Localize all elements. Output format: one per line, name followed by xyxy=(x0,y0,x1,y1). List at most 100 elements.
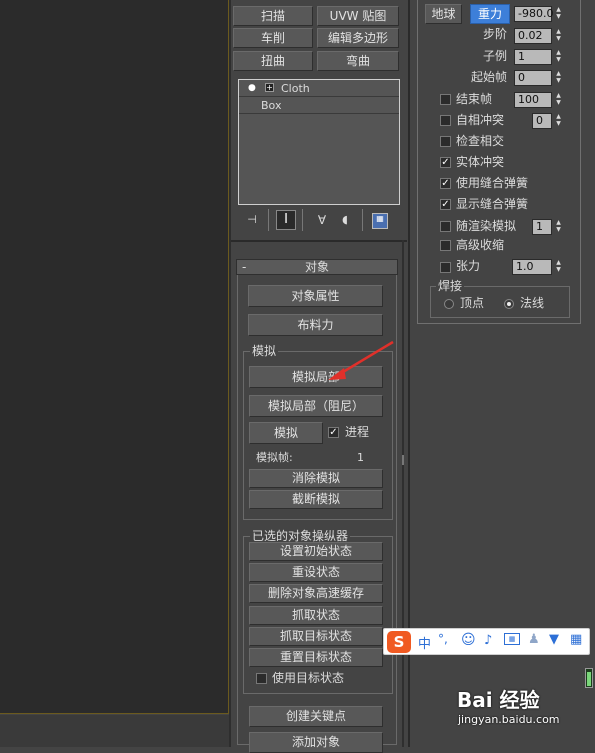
tension-spinner[interactable]: ▲ ▼ xyxy=(554,259,563,275)
use-target-state-checkbox[interactable] xyxy=(256,673,267,684)
end-frame-spinner[interactable]: ▲ ▼ xyxy=(554,92,563,108)
stack-item-box[interactable]: Box xyxy=(239,97,399,114)
panel-scroll-grip[interactable] xyxy=(402,455,404,465)
show-sewing-springs-label: 显示缝合弹簧 xyxy=(456,197,529,211)
reset-state-button[interactable]: 重设状态 xyxy=(249,563,383,582)
sim-on-render-checkbox[interactable] xyxy=(440,221,451,232)
microphone-icon[interactable]: ♪ xyxy=(484,633,492,648)
gravity-button[interactable]: 重力 xyxy=(470,4,510,24)
earth-button[interactable]: 地球 xyxy=(425,4,462,24)
show-sewing-springs-checkbox[interactable]: ✓ xyxy=(440,199,451,210)
panel-separator xyxy=(231,240,407,242)
progress-checkbox[interactable]: ✓ xyxy=(328,427,339,438)
set-initial-state-button[interactable]: 设置初始状态 xyxy=(249,542,383,561)
start-frame-label: 起始帧 xyxy=(471,70,508,84)
advanced-pinch-checkbox[interactable] xyxy=(440,240,451,251)
modifier-button-bend[interactable]: 弯曲 xyxy=(317,51,399,71)
sim-on-render-label: 随渲染模拟 xyxy=(456,219,517,233)
skin-icon[interactable]: ▼ xyxy=(549,632,559,647)
use-target-state-label: 使用目标状态 xyxy=(272,671,345,685)
delete-object-cache-button[interactable]: 删除对象高速缓存 xyxy=(249,584,383,603)
ime-chinese-mode[interactable]: 中 xyxy=(418,633,431,652)
subsample-value-field[interactable]: 1 xyxy=(514,49,552,65)
stack-item-label: Box xyxy=(261,99,282,112)
object-rollout-header[interactable]: - 对象 xyxy=(236,259,398,275)
start-frame-spinner[interactable]: ▲ ▼ xyxy=(554,70,563,86)
remove-modifier-icon[interactable]: ◖ xyxy=(338,213,352,229)
viewport[interactable] xyxy=(0,0,229,714)
toolbar-divider xyxy=(362,209,363,231)
tension-label: 张力 xyxy=(456,259,481,273)
toolbox-icon[interactable]: ▦ xyxy=(570,632,582,647)
tension-value-field[interactable]: 1.0 xyxy=(512,259,552,275)
self-collide-checkbox[interactable] xyxy=(440,115,451,126)
weld-vertex-radio[interactable] xyxy=(444,299,454,309)
self-collide-value-field[interactable]: 0 xyxy=(532,113,552,129)
simulate-local-damped-button[interactable]: 模拟局部（阻尼） xyxy=(249,395,383,417)
pin-stack-icon[interactable]: ⊣ xyxy=(244,213,260,229)
use-sewing-springs-checkbox[interactable]: ✓ xyxy=(440,178,451,189)
add-objects-button[interactable]: 添加对象 xyxy=(249,732,383,753)
modifier-stack[interactable]: ● + Cloth Box xyxy=(238,79,400,205)
show-end-result-icon[interactable]: I xyxy=(276,210,296,230)
selected-manipulators-title: 已选的对象操纵器 xyxy=(250,529,351,543)
sim-frame-value: 1 xyxy=(357,451,364,464)
object-properties-button[interactable]: 对象属性 xyxy=(248,285,383,307)
sogou-logo-icon[interactable]: S xyxy=(387,631,411,653)
end-frame-checkbox[interactable] xyxy=(440,94,451,105)
rollout-title: 对象 xyxy=(305,260,330,274)
subsample-label: 子例 xyxy=(483,49,508,63)
bulb-icon[interactable]: ● xyxy=(248,83,256,93)
truncate-simulation-button[interactable]: 截断模拟 xyxy=(249,490,383,509)
erase-simulation-button[interactable]: 消除模拟 xyxy=(249,469,383,488)
step-value-field[interactable]: 0.02 xyxy=(514,28,552,44)
self-collide-label: 自相冲突 xyxy=(456,113,505,127)
end-frame-label: 结束帧 xyxy=(456,92,493,106)
grab-state-button[interactable]: 抓取状态 xyxy=(249,606,383,625)
panel-divider xyxy=(229,0,231,747)
gravity-value-field[interactable]: -980.0 xyxy=(514,6,553,22)
weld-normal-label: 法线 xyxy=(520,296,545,310)
step-spinner[interactable]: ▲ ▼ xyxy=(554,28,563,44)
subsample-spinner[interactable]: ▲ ▼ xyxy=(554,49,563,65)
panel-scroll-track[interactable] xyxy=(402,240,404,747)
solid-collide-checkbox[interactable]: ✓ xyxy=(440,157,451,168)
weld-normal-radio[interactable] xyxy=(504,299,514,309)
toolbar-divider xyxy=(268,209,269,231)
stack-item-cloth[interactable]: ● + Cloth xyxy=(239,80,399,97)
modifier-button-sweep[interactable]: 扫描 xyxy=(233,6,313,26)
ime-toolbar[interactable]: S 中 °, ☺ ♪ ▦ ♟ ▼ ▦ xyxy=(383,628,590,655)
modifier-button-lathe[interactable]: 车削 xyxy=(233,28,313,48)
tension-checkbox[interactable] xyxy=(440,262,451,273)
check-intersect-checkbox[interactable] xyxy=(440,136,451,147)
self-collide-spinner[interactable]: ▲ ▼ xyxy=(554,113,563,129)
keyboard-icon[interactable]: ▦ xyxy=(504,633,520,645)
progress-label: 进程 xyxy=(345,425,370,439)
make-unique-icon[interactable]: ∀ xyxy=(314,213,330,229)
use-sewing-springs-label: 使用缝合弹簧 xyxy=(456,176,529,190)
configure-modifier-sets-icon[interactable]: ▦ xyxy=(372,213,388,229)
modifier-button-edit-poly[interactable]: 编辑多边形 xyxy=(317,28,399,48)
sim-frame-label: 模拟帧: xyxy=(256,451,293,464)
user-icon[interactable]: ♟ xyxy=(528,632,540,647)
create-key-button[interactable]: 创建关键点 xyxy=(249,706,383,727)
toolbar-divider xyxy=(302,209,303,231)
reset-target-state-button[interactable]: 重置目标状态 xyxy=(249,648,383,667)
cloth-forces-button[interactable]: 布料力 xyxy=(248,314,383,336)
modifier-button-twist[interactable]: 扭曲 xyxy=(233,51,313,71)
weld-group-title: 焊接 xyxy=(436,279,465,293)
modifier-button-uvw-map[interactable]: UVW 贴图 xyxy=(317,6,399,26)
end-frame-value-field[interactable]: 100 xyxy=(514,92,552,108)
sim-on-render-spinner[interactable]: ▲ ▼ xyxy=(554,219,563,235)
simulate-button[interactable]: 模拟 xyxy=(249,422,323,444)
ime-punctuation[interactable]: °, xyxy=(438,632,448,646)
weld-vertex-label: 顶点 xyxy=(460,296,485,310)
sim-on-render-value-field[interactable]: 1 xyxy=(532,219,552,235)
simulate-group-title: 模拟 xyxy=(250,344,279,358)
rollout-collapse-icon: - xyxy=(242,260,247,274)
start-frame-value-field[interactable]: 0 xyxy=(514,70,552,86)
emoji-icon[interactable]: ☺ xyxy=(461,632,476,648)
grab-target-state-button[interactable]: 抓取目标状态 xyxy=(249,627,383,646)
expand-icon[interactable]: + xyxy=(265,83,274,92)
gravity-spinner[interactable]: ▲ ▼ xyxy=(554,6,563,22)
